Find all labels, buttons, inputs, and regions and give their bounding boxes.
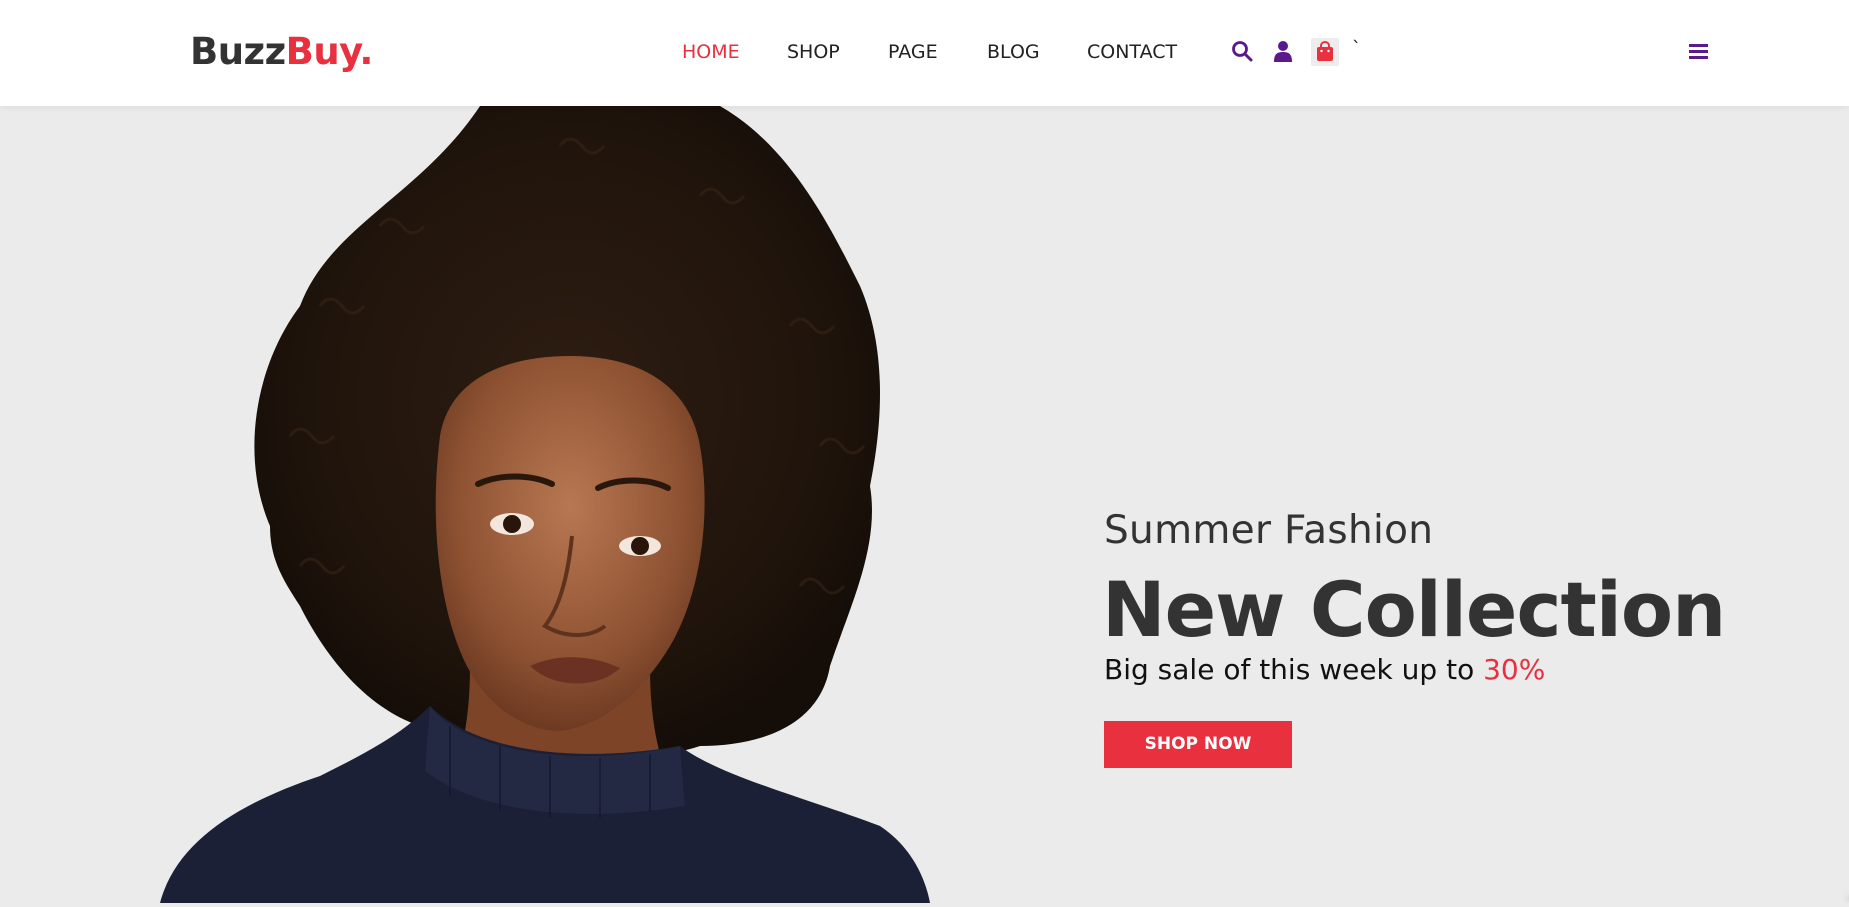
- hero-description-text: Big sale of this week up to: [1104, 653, 1484, 686]
- brand-name-dark: Buzz: [190, 30, 286, 73]
- nav-item-blog[interactable]: BLOG: [987, 40, 1040, 64]
- brand-logo[interactable]: BuzzBuy.: [190, 30, 373, 74]
- user-icon[interactable]: [1273, 40, 1293, 66]
- site-header: BuzzBuy. HOME SHOP PAGE BLOG CONTACT `: [0, 0, 1849, 106]
- nav-item-page[interactable]: PAGE: [888, 40, 938, 64]
- hero-model-image: [0, 106, 1849, 903]
- hero-subtitle: Summer Fashion: [1104, 508, 1434, 553]
- brand-name-accent: Buy.: [285, 30, 374, 73]
- hero-description: Big sale of this week up to 30%: [1104, 650, 1545, 690]
- cart-button[interactable]: [1311, 38, 1339, 66]
- search-icon[interactable]: [1231, 40, 1253, 66]
- shopping-bag-icon: [1316, 40, 1334, 66]
- menu-icon[interactable]: [1689, 43, 1708, 64]
- stray-mark: `: [1352, 38, 1361, 59]
- hero-discount: 30%: [1483, 653, 1546, 686]
- nav-item-home[interactable]: HOME: [682, 40, 740, 64]
- nav-item-contact[interactable]: CONTACT: [1087, 40, 1177, 64]
- shop-now-button[interactable]: SHOP NOW: [1104, 721, 1292, 768]
- nav-item-shop[interactable]: SHOP: [787, 40, 840, 64]
- hero-title: New Collection: [1102, 565, 1726, 654]
